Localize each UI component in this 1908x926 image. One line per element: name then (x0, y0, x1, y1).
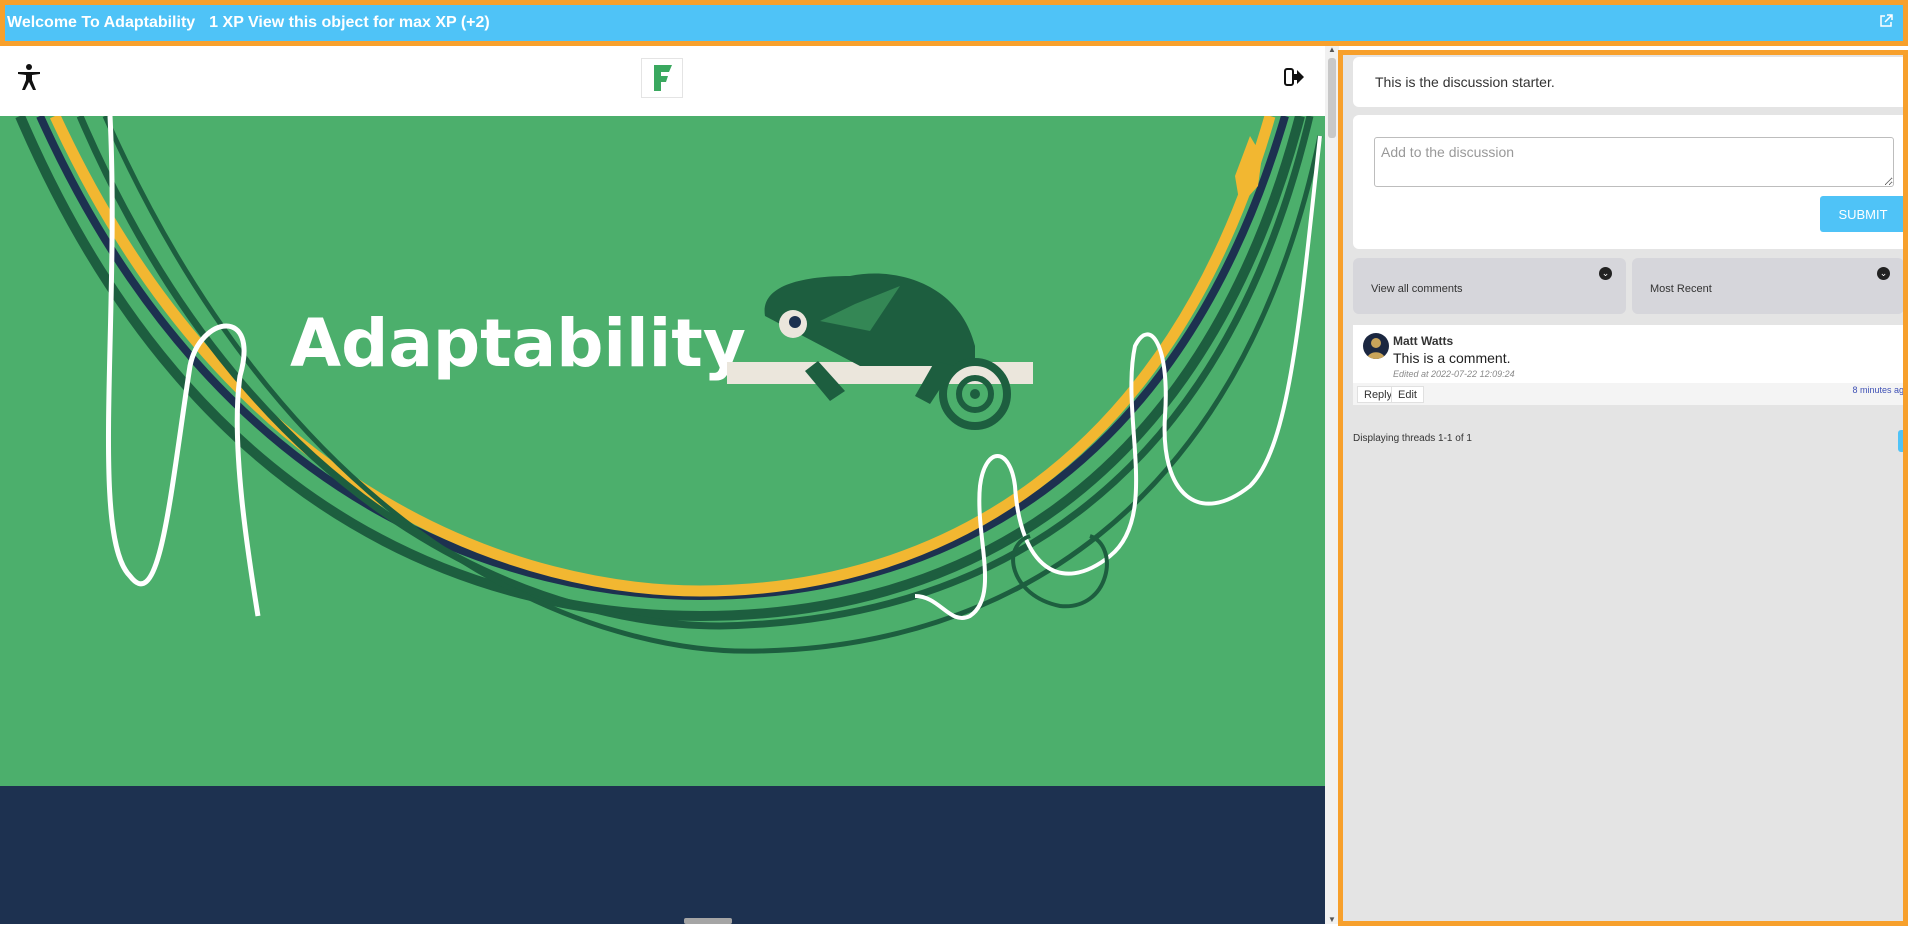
discussion-starter-card: This is the discussion starter. (1353, 57, 1903, 107)
accessibility-person-icon[interactable] (14, 62, 44, 92)
comment-actions: Reply Edit 8 minutes ago (1353, 383, 1908, 405)
thread-count: Displaying threads 1-1 of 1 (1353, 433, 1472, 444)
discussion-starter-text: This is the discussion starter. (1375, 74, 1555, 90)
chevron-down-icon: ⌄ (1877, 267, 1890, 280)
submit-button[interactable]: SUBMIT (1820, 196, 1903, 232)
comment-edited-timestamp: Edited at 2022-07-22 12:09:24 (1393, 369, 1515, 379)
avatar (1363, 333, 1389, 359)
comment-filter-select[interactable]: View all comments ⌄ (1353, 258, 1626, 314)
comment-sort-value: Most Recent (1650, 283, 1712, 295)
viewer-scrollbar[interactable]: ▲ ▼ (1325, 46, 1339, 924)
brand-logo (641, 58, 683, 98)
footer-band (0, 786, 1325, 924)
scroll-down-icon[interactable]: ▼ (1328, 916, 1336, 924)
scroll-up-icon[interactable]: ▲ (1328, 46, 1336, 54)
discussion-panel: This is the discussion starter. SUBMIT V… (1338, 50, 1908, 926)
resize-handle[interactable] (684, 918, 732, 924)
external-link-icon[interactable] (1879, 14, 1897, 32)
viewer-header (0, 46, 1325, 116)
edit-button[interactable]: Edit (1391, 386, 1424, 403)
chevron-down-icon: ⌄ (1599, 267, 1612, 280)
activity-banner: Welcome To Adaptability 1 XP View this o… (0, 0, 1908, 46)
activity-title: Welcome To Adaptability (7, 14, 196, 31)
comment-sort-select[interactable]: Most Recent ⌄ (1632, 258, 1903, 314)
logout-icon[interactable] (1283, 66, 1305, 88)
hero-illustration: Adaptability (0, 113, 1325, 786)
xp-status: 1 XP View this object for max XP (+2) (209, 14, 490, 31)
pagination-button[interactable] (1898, 430, 1903, 452)
scrollbar-thumb[interactable] (1328, 58, 1336, 138)
comment-filter-value: View all comments (1371, 283, 1463, 295)
content-viewer: Adaptability (0, 46, 1325, 924)
comment-time-ago: 8 minutes ago (1852, 385, 1908, 395)
comment-body: This is a comment. (1393, 350, 1511, 366)
comment-author[interactable]: Matt Watts (1393, 334, 1453, 348)
hero-heading: Adaptability (290, 305, 746, 382)
comment-item: Matt Watts This is a comment. Edited at … (1353, 325, 1908, 405)
comment-composer: SUBMIT (1353, 115, 1903, 249)
discussion-input[interactable] (1374, 137, 1894, 187)
